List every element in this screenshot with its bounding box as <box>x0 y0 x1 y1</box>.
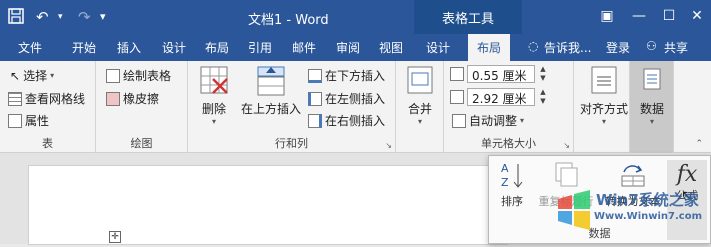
login-link[interactable]: 登录 <box>606 39 630 56</box>
insert-right-button[interactable]: 在右侧插入 <box>308 112 385 129</box>
insert-below-button[interactable]: 在下方插入 <box>308 67 385 84</box>
insert-above-button[interactable]: 在上方插入 <box>238 65 304 117</box>
tab-file[interactable]: 文件 <box>18 39 42 56</box>
ribbon-display-icon[interactable]: ▣ <box>594 6 620 26</box>
customize-qat-icon[interactable]: ▾ <box>100 10 106 23</box>
group-label-rows-columns: 行和列 <box>275 137 308 150</box>
group-merge: 合并 ▾ <box>396 61 444 153</box>
group-label-table: 表 <box>42 137 53 150</box>
insert-left-icon <box>308 91 322 106</box>
merge-button[interactable]: 合并 ▾ <box>402 65 438 126</box>
maximize-icon[interactable]: ☐ <box>656 6 682 26</box>
tab-table-layout[interactable]: 布局 <box>468 34 511 61</box>
eraser-icon <box>106 91 120 106</box>
tab-layout[interactable]: 布局 <box>205 39 229 56</box>
redo-icon[interactable]: ↷ <box>78 8 91 26</box>
ribbon-tab-bar: 文件 开始 插入 设计 布局 引用 邮件 审阅 视图 设计 布局 ◌ 告诉我..… <box>0 34 711 61</box>
column-width-stepper[interactable]: 2.92 厘米 ▲ ▼ <box>450 88 548 106</box>
tab-table-design[interactable]: 设计 <box>426 39 450 56</box>
insert-left-button[interactable]: 在左侧插入 <box>308 90 385 107</box>
tab-references[interactable]: 引用 <box>248 39 272 56</box>
formula-fx-icon: fx <box>676 162 698 187</box>
document-page[interactable]: ✛ <box>28 165 508 245</box>
sort-button[interactable]: A Z 排序 <box>497 160 527 209</box>
draw-table-button[interactable]: 绘制表格 <box>106 67 171 84</box>
svg-text:Z: Z <box>501 176 509 189</box>
column-width-icon <box>450 90 464 104</box>
group-label-draw: 绘图 <box>130 137 153 150</box>
view-gridlines-button[interactable]: 查看网格线 <box>8 90 85 107</box>
save-icon[interactable] <box>8 8 24 28</box>
pencil-table-icon <box>106 68 120 83</box>
cursor-icon: ↖ <box>10 68 21 83</box>
insert-above-icon <box>257 66 285 96</box>
close-icon[interactable]: ✕ <box>684 6 710 26</box>
chevron-down-icon: ▾ <box>520 116 525 125</box>
group-data: 数据 ▾ <box>630 61 674 153</box>
dialog-launcher-icon[interactable]: ↘ <box>563 141 570 150</box>
chevron-down-icon: ▾ <box>211 117 216 126</box>
table-move-handle-icon[interactable]: ✛ <box>109 231 121 243</box>
insert-right-icon <box>308 113 322 128</box>
tab-insert[interactable]: 插入 <box>117 39 141 56</box>
autofit-icon <box>452 113 466 128</box>
tell-me-box[interactable]: 告诉我... <box>544 39 591 56</box>
group-cell-size: 0.55 厘米 ▲ ▼ 2.92 厘米 ▲ ▼ 自动调整 ▾ 单元格大小 ↘ <box>444 61 574 153</box>
chevron-down-icon: ▾ <box>417 117 422 126</box>
watermark-logo: Win7系统之家 Www.Winwin7.com <box>548 185 711 244</box>
row-height-icon <box>450 67 464 81</box>
chevron-down-icon: ▾ <box>649 117 654 126</box>
merge-cells-icon <box>407 66 433 94</box>
alignment-icon <box>591 66 617 94</box>
autofit-button[interactable]: 自动调整 ▾ <box>452 112 524 129</box>
sort-az-icon: A Z <box>501 162 523 189</box>
data-icon <box>643 68 661 90</box>
properties-button[interactable]: 属性 <box>8 112 49 129</box>
spin-arrows-icon[interactable]: ▲ ▼ <box>538 88 548 106</box>
chevron-down-icon: ▾ <box>50 71 55 80</box>
properties-icon <box>8 113 22 128</box>
undo-dropdown-icon[interactable]: ▾ <box>58 12 63 22</box>
table-tools-title: 表格工具 <box>441 12 494 27</box>
delete-table-icon <box>200 66 228 94</box>
tab-home[interactable]: 开始 <box>72 39 96 56</box>
collapse-ribbon-icon[interactable]: ⌃ <box>695 139 703 149</box>
delete-button[interactable]: 删除 ▾ <box>194 65 234 126</box>
dialog-launcher-icon[interactable]: ↘ <box>385 141 392 150</box>
group-rows-columns: 删除 ▾ 在上方插入 在下方插入 在左侧插入 在右侧插入 行和列 ↘ <box>188 61 396 153</box>
svg-text:A: A <box>501 162 509 175</box>
tab-design[interactable]: 设计 <box>162 39 186 56</box>
tab-mailings[interactable]: 邮件 <box>292 39 316 56</box>
alignment-button[interactable]: 对齐方式 ▾ <box>578 65 630 126</box>
column-width-input[interactable]: 2.92 厘米 <box>467 88 535 106</box>
watermark-text: Win7系统之家 <box>596 191 699 209</box>
person-icon: ⚇ <box>646 39 657 53</box>
row-height-input[interactable]: 0.55 厘米 <box>467 65 535 83</box>
group-label-cell-size: 单元格大小 <box>481 137 536 150</box>
chevron-down-icon: ▾ <box>601 117 606 126</box>
minimize-icon[interactable]: — <box>626 6 652 26</box>
window-title: 文档1 - Word <box>248 13 329 28</box>
ribbon: ↖ 选择 ▾ 查看网格线 属性 表 绘制表格 橡皮擦 绘图 删除 ▾ 在上方插入… <box>0 61 711 153</box>
spin-arrows-icon[interactable]: ▲ ▼ <box>538 65 548 83</box>
group-table: ↖ 选择 ▾ 查看网格线 属性 表 <box>0 61 96 153</box>
share-button[interactable]: 共享 <box>664 39 688 56</box>
eraser-button[interactable]: 橡皮擦 <box>106 90 159 107</box>
group-alignment: 对齐方式 ▾ <box>574 61 630 153</box>
data-button[interactable]: 数据 ▾ <box>632 65 672 126</box>
grid-icon <box>8 91 22 106</box>
watermark-url: Www.Winwin7.com <box>594 211 703 222</box>
insert-below-icon <box>308 68 322 83</box>
select-button[interactable]: ↖ 选择 ▾ <box>10 67 54 84</box>
tab-view[interactable]: 视图 <box>379 39 403 56</box>
lightbulb-icon: ◌ <box>528 39 539 53</box>
undo-icon[interactable]: ↶ <box>36 8 49 26</box>
row-height-stepper[interactable]: 0.55 厘米 ▲ ▼ <box>450 65 548 83</box>
tab-review[interactable]: 审阅 <box>336 39 360 56</box>
group-draw: 绘制表格 橡皮擦 绘图 <box>96 61 188 153</box>
